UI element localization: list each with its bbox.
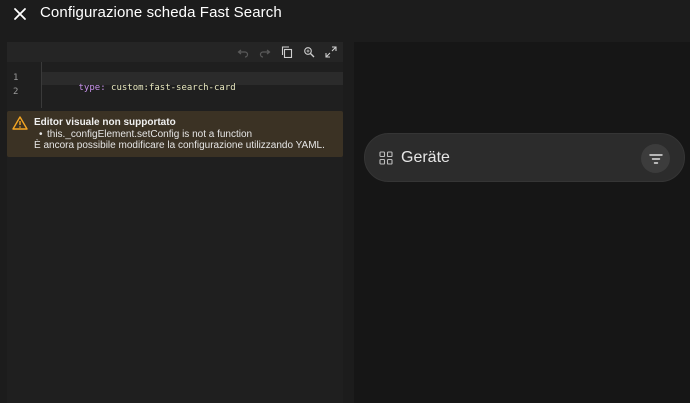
filter-button[interactable] [641, 144, 670, 173]
undo-button[interactable] [236, 45, 250, 59]
yaml-key: type: [78, 83, 106, 93]
yaml-value: custom:fast-search-card [105, 83, 236, 93]
close-icon [14, 8, 26, 20]
dialog-header: Configurazione scheda Fast Search [0, 0, 690, 30]
warning-bullet: • this._configElement.setConfig is not a … [39, 129, 252, 140]
bullet-dot: • [39, 129, 43, 140]
search-card-label[interactable]: Geräte [401, 149, 450, 167]
search-replace-icon [304, 47, 315, 58]
warning-icon [12, 116, 28, 130]
warning-title: Editor visuale non supportato [34, 117, 176, 128]
fullscreen-icon [325, 46, 337, 58]
line-number: 1 [13, 73, 19, 83]
editor-toolbar [7, 42, 343, 62]
line-number: 2 [13, 87, 19, 97]
gutter-divider [41, 62, 42, 108]
code-area[interactable]: 1 2 type: custom:fast-search-card [7, 62, 343, 108]
close-button[interactable] [9, 3, 31, 25]
grid-icon [379, 151, 393, 165]
copy-icon [281, 46, 293, 58]
undo-icon [237, 49, 249, 58]
code-line[interactable]: type: custom:fast-search-card [46, 73, 236, 103]
fullscreen-button[interactable] [324, 45, 338, 59]
filter-icon [648, 153, 663, 164]
redo-icon [259, 49, 271, 58]
line-number-gutter: 1 2 [7, 62, 41, 108]
fast-search-card[interactable]: Geräte [364, 133, 685, 182]
copy-button[interactable] [280, 45, 294, 59]
warning-message: È ancora possibile modificare la configu… [34, 140, 325, 151]
redo-button[interactable] [258, 45, 272, 59]
warning-bullet-text: this._configElement.setConfig is not a f… [47, 129, 253, 140]
card-preview-pane [354, 42, 690, 403]
yaml-editor[interactable]: 1 2 type: custom:fast-search-card [7, 42, 343, 403]
dialog-title: Configurazione scheda Fast Search [40, 4, 282, 21]
warning-alert: Editor visuale non supportato • this._con… [7, 111, 343, 157]
search-replace-button[interactable] [302, 45, 316, 59]
